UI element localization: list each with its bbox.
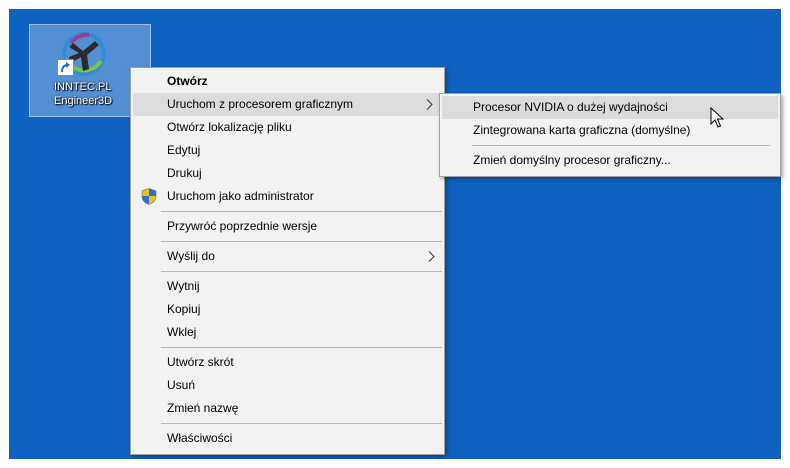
menu-item-send-to-label: Wyślij do <box>167 249 215 263</box>
uac-shield-icon <box>141 188 157 205</box>
shortcut-arrow-icon <box>57 59 74 76</box>
menu-item-run-with-gpu[interactable]: Uruchom z procesorem graficznym <box>133 93 442 116</box>
menu-separator <box>161 423 442 424</box>
menu-item-open-file-location[interactable]: Otwórz lokalizację pliku <box>131 116 444 139</box>
menu-item-delete[interactable]: Usuń <box>131 374 444 397</box>
menu-separator <box>161 271 442 272</box>
menu-item-paste[interactable]: Wklej <box>131 321 444 344</box>
chevron-right-icon <box>426 99 433 110</box>
menu-item-run-as-admin-label: Uruchom jako administrator <box>167 189 314 203</box>
menu-item-rename[interactable]: Zmień nazwę <box>131 397 444 420</box>
gpu-submenu: Procesor NVIDIA o dużej wydajności Zinte… <box>439 93 781 177</box>
context-menu: Otwórz Uruchom z procesorem graficznym O… <box>130 67 445 455</box>
submenu-item-integrated-graphics[interactable]: Zintegrowana karta graficzna (domyślne) <box>440 119 780 142</box>
menu-separator <box>472 145 770 146</box>
menu-item-create-shortcut[interactable]: Utwórz skrót <box>131 351 444 374</box>
submenu-item-change-default-gpu[interactable]: Zmień domyślny procesor graficzny... <box>440 149 780 172</box>
menu-item-run-as-admin[interactable]: Uruchom jako administrator <box>131 185 444 208</box>
menu-item-cut[interactable]: Wytnij <box>131 275 444 298</box>
menu-separator <box>161 211 442 212</box>
mouse-cursor-icon <box>710 107 724 128</box>
menu-separator <box>161 241 442 242</box>
menu-separator <box>161 347 442 348</box>
submenu-item-nvidia-high-performance[interactable]: Procesor NVIDIA o dużej wydajności <box>442 96 778 119</box>
menu-item-copy[interactable]: Kopiuj <box>131 298 444 321</box>
menu-item-open[interactable]: Otwórz <box>131 70 444 93</box>
menu-item-print[interactable]: Drukuj <box>131 162 444 185</box>
menu-item-run-with-gpu-label: Uruchom z procesorem graficznym <box>167 97 354 111</box>
menu-item-send-to[interactable]: Wyślij do <box>131 245 444 268</box>
menu-item-restore-previous-versions[interactable]: Przywróć poprzednie wersje <box>131 215 444 238</box>
menu-item-properties[interactable]: Właściwości <box>131 427 444 450</box>
menu-item-edit[interactable]: Edytuj <box>131 139 444 162</box>
chevron-right-icon <box>428 251 435 262</box>
